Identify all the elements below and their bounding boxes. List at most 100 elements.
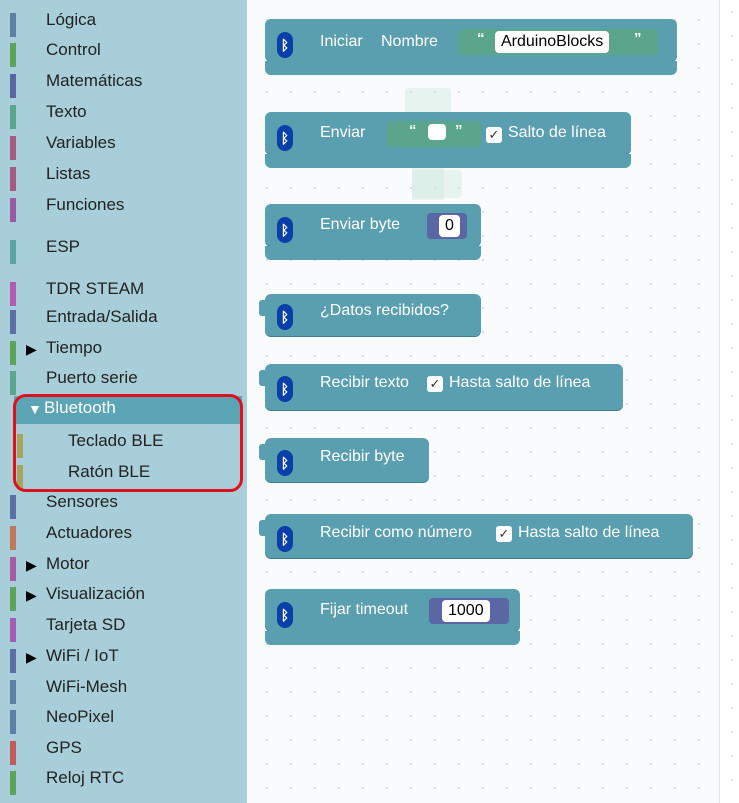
category-label: NeoPixel bbox=[46, 707, 115, 726]
category-color-bar bbox=[10, 495, 16, 519]
category-label: Variables bbox=[46, 133, 116, 152]
category-label: Reloj RTC bbox=[46, 768, 125, 787]
category-label: Control bbox=[46, 40, 101, 59]
category-color-bar bbox=[10, 371, 16, 395]
category-color-bar bbox=[10, 310, 16, 334]
datos-recibidos-label: ¿Datos recibidos? bbox=[320, 302, 449, 319]
block-recibir-byte[interactable]: ᛒ Recibir byte bbox=[259, 438, 429, 482]
category-reloj-rtc[interactable]: Reloj RTC bbox=[0, 766, 247, 797]
category-listas[interactable]: Listas bbox=[0, 162, 247, 193]
code-panel-edge bbox=[719, 0, 739, 803]
block-enviar[interactable]: ᛒ Enviar “ ” ✓ Salto de línea bbox=[265, 112, 631, 168]
category-color-bar bbox=[10, 710, 16, 734]
category-color-bar bbox=[10, 74, 16, 98]
category-color-bar bbox=[10, 741, 16, 765]
category-control[interactable]: Control bbox=[0, 38, 247, 69]
category-label: Motor bbox=[46, 554, 90, 573]
empty-text-field[interactable] bbox=[428, 124, 446, 140]
ghost-block-shape bbox=[412, 170, 462, 198]
category-color-bar bbox=[10, 649, 16, 673]
block-datos-recibidos[interactable]: ᛒ ¿Datos recibidos? bbox=[259, 294, 481, 336]
block-recibir-texto[interactable]: ᛒ Recibir texto ✓ Hasta salto de línea bbox=[259, 364, 623, 410]
category-label: Visualización bbox=[46, 584, 145, 603]
collapsed-arrow-icon[interactable]: ▶ bbox=[26, 587, 37, 604]
category-color-bar bbox=[10, 198, 16, 222]
newline-checkbox[interactable]: ✓ bbox=[486, 127, 502, 143]
recibir-numero-label: Recibir como número bbox=[320, 524, 473, 541]
output-notch bbox=[259, 370, 267, 386]
category-visualización[interactable]: ▶ Visualización bbox=[0, 582, 247, 613]
category-texto[interactable]: Texto bbox=[0, 100, 247, 131]
category-color-bar bbox=[10, 680, 16, 704]
category-entrada-salida[interactable]: Entrada/Salida bbox=[0, 305, 247, 336]
category-color-bar bbox=[10, 240, 16, 264]
bluetooth-icon: ᛒ bbox=[277, 602, 293, 628]
category-color-bar bbox=[10, 136, 16, 160]
category-lógica[interactable]: Lógica bbox=[0, 8, 247, 39]
category-color-bar bbox=[10, 43, 16, 67]
category-tarjeta-sd[interactable]: Tarjeta SD bbox=[0, 613, 247, 644]
block-iniciar[interactable]: ᛒ Iniciar Nombre “ ArduinoBlocks ” bbox=[265, 19, 677, 75]
output-notch bbox=[259, 444, 267, 460]
collapsed-arrow-icon[interactable]: ▶ bbox=[26, 557, 37, 574]
category-neopixel[interactable]: NeoPixel bbox=[0, 705, 247, 736]
category-wifi-mesh[interactable]: WiFi-Mesh bbox=[0, 675, 247, 706]
category-funciones[interactable]: Funciones bbox=[0, 193, 247, 224]
newline-checkbox[interactable]: ✓ bbox=[496, 526, 512, 542]
timeout-field[interactable]: 1000 bbox=[442, 600, 490, 622]
iniciar-label: Iniciar bbox=[320, 33, 363, 50]
output-notch bbox=[259, 520, 267, 536]
category-color-bar bbox=[10, 587, 16, 611]
category-label: Sensores bbox=[46, 492, 118, 511]
category-color-bar bbox=[10, 557, 16, 581]
category-color-bar bbox=[10, 618, 16, 642]
block-recibir-numero[interactable]: ᛒ Recibir como número ✓ Hasta salto de l… bbox=[259, 514, 693, 558]
category-tiempo[interactable]: ▶ Tiempo bbox=[0, 336, 247, 367]
bluetooth-icon: ᛒ bbox=[277, 450, 293, 476]
category-label: WiFi / IoT bbox=[46, 646, 119, 665]
category-sensores[interactable]: Sensores bbox=[0, 490, 247, 521]
category-color-bar bbox=[10, 167, 16, 191]
enviar-byte-label: Enviar byte bbox=[320, 216, 401, 233]
category-label: Tiempo bbox=[46, 338, 103, 357]
name-field[interactable]: ArduinoBlocks bbox=[495, 31, 610, 53]
byte-field[interactable]: 0 bbox=[439, 215, 460, 237]
category-color-bar bbox=[10, 526, 16, 550]
quote-open: “ bbox=[477, 30, 485, 47]
block-fijar-timeout[interactable]: ᛒ Fijar timeout 1000 bbox=[265, 589, 520, 645]
block-enviar-byte[interactable]: ᛒ Enviar byte 0 bbox=[265, 204, 481, 260]
block-tail bbox=[265, 154, 631, 168]
fijar-timeout-label: Fijar timeout bbox=[320, 601, 409, 618]
newline-label: Hasta salto de línea bbox=[518, 524, 660, 541]
category-label: Actuadores bbox=[46, 523, 132, 542]
category-variables[interactable]: Variables bbox=[0, 131, 247, 162]
category-color-bar bbox=[10, 771, 16, 795]
category-color-bar bbox=[10, 13, 16, 37]
category-label: Matemáticas bbox=[46, 71, 143, 90]
bluetooth-icon: ᛒ bbox=[277, 217, 293, 243]
category-esp[interactable]: ESP bbox=[0, 235, 247, 266]
collapsed-arrow-icon[interactable]: ▶ bbox=[26, 649, 37, 666]
category-label: TDR STEAM bbox=[46, 279, 145, 298]
category-label: Tarjeta SD bbox=[46, 615, 126, 634]
collapsed-arrow-icon[interactable]: ▶ bbox=[26, 341, 37, 358]
newline-label: Hasta salto de línea bbox=[449, 374, 591, 391]
recibir-texto-label: Recibir texto bbox=[320, 374, 409, 391]
bluetooth-icon: ᛒ bbox=[277, 125, 293, 151]
bluetooth-icon: ᛒ bbox=[277, 32, 293, 58]
category-label: GPS bbox=[46, 738, 82, 757]
category-wifi-iot[interactable]: ▶ WiFi / IoT bbox=[0, 644, 247, 675]
category-color-bar bbox=[10, 341, 16, 365]
category-label: Listas bbox=[46, 164, 91, 183]
category-label: Lógica bbox=[46, 10, 97, 29]
category-motor[interactable]: ▶ Motor bbox=[0, 552, 247, 583]
newline-checkbox[interactable]: ✓ bbox=[427, 376, 443, 392]
output-notch bbox=[259, 300, 267, 316]
recibir-byte-label: Recibir byte bbox=[320, 448, 405, 465]
category-tdr-steam[interactable]: TDR STEAM bbox=[0, 277, 247, 308]
category-actuadores[interactable]: Actuadores bbox=[0, 521, 247, 552]
category-matemáticas[interactable]: Matemáticas bbox=[0, 69, 247, 100]
category-gps[interactable]: GPS bbox=[0, 736, 247, 767]
quote-open: “ bbox=[409, 122, 417, 139]
category-puerto-serie[interactable]: Puerto serie bbox=[0, 366, 247, 397]
